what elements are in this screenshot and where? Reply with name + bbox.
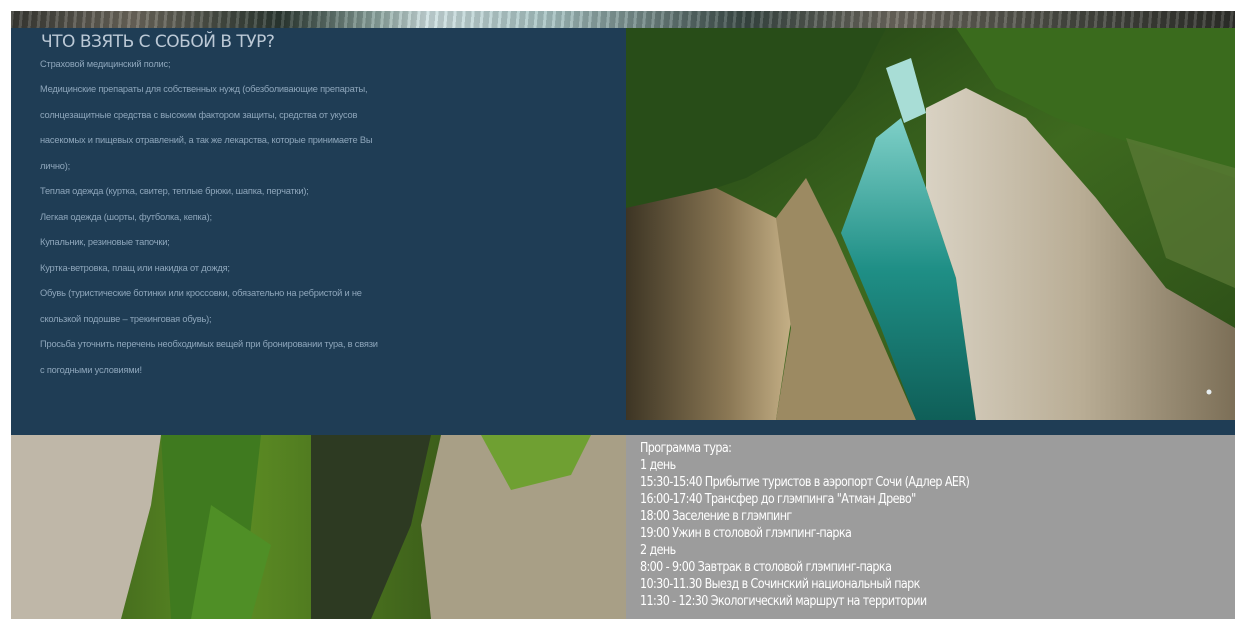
packing-list-item: скользкой подошве – трекинговая обувь); bbox=[40, 314, 212, 324]
forest-photo-drawing bbox=[11, 435, 626, 619]
program-day-label: 1 день bbox=[640, 458, 676, 473]
packing-list-item: солнцезащитные средства с высоким фактор… bbox=[40, 110, 358, 120]
packing-list-item: Страховой медицинский полис; bbox=[40, 59, 171, 69]
program-item: 16:00-17:40 Трансфер до глэмпинга "Атман… bbox=[640, 492, 916, 507]
tour-program-panel: Программа тура: 1 день 15:30-15:40 Прибы… bbox=[626, 435, 1235, 619]
packing-list-item: Обувь (туристические ботинки или кроссов… bbox=[40, 288, 362, 298]
mossy-gorge-photo bbox=[11, 435, 626, 619]
program-item: 18:00 Заселение в глэмпинг bbox=[640, 509, 792, 524]
program-item: 15:30-15:40 Прибытие туристов в аэропорт… bbox=[640, 475, 970, 490]
packing-list-item: Легкая одежда (шорты, футболка, кепка); bbox=[40, 212, 212, 222]
packing-list-item: лично); bbox=[40, 161, 71, 171]
packing-list-title: ЧТО ВЗЯТЬ С СОБОЙ В ТУР? bbox=[41, 32, 275, 52]
packing-list-item: Купальник, резиновые тапочки; bbox=[40, 237, 170, 247]
program-item: 10:30-11.30 Выезд в Сочинский национальн… bbox=[640, 577, 920, 592]
canyon-river-photo bbox=[626, 28, 1235, 420]
section-divider bbox=[11, 420, 1235, 435]
packing-list-item: с погодными условиями! bbox=[40, 365, 142, 375]
packing-list-item: насекомых и пищевых отравлений, а так же… bbox=[40, 135, 373, 145]
program-item: 8:00 - 9:00 Завтрак в столовой глэмпинг-… bbox=[640, 560, 892, 575]
packing-list-item: Просьба уточнить перечень необходимых ве… bbox=[40, 339, 378, 349]
program-day-label: 2 день bbox=[640, 543, 676, 558]
top-landscape-photo bbox=[11, 11, 1235, 28]
program-heading: Программа тура: bbox=[640, 441, 732, 456]
packing-list-item: Куртка-ветровка, плащ или накидка от дож… bbox=[40, 263, 230, 273]
canyon-photo-drawing bbox=[626, 28, 1235, 420]
packing-list-panel: ЧТО ВЗЯТЬ С СОБОЙ В ТУР? Страховой медиц… bbox=[11, 28, 626, 420]
program-item: 19:00 Ужин в столовой глэмпинг-парка bbox=[640, 526, 852, 541]
slider-dot[interactable] bbox=[1206, 389, 1212, 395]
packing-list-item: Теплая одежда (куртка, свитер, теплые бр… bbox=[40, 186, 309, 196]
program-item: 11:30 - 12:30 Экологический маршрут на т… bbox=[640, 594, 927, 609]
packing-list-item: Медицинские препараты для собственных ну… bbox=[40, 84, 368, 94]
